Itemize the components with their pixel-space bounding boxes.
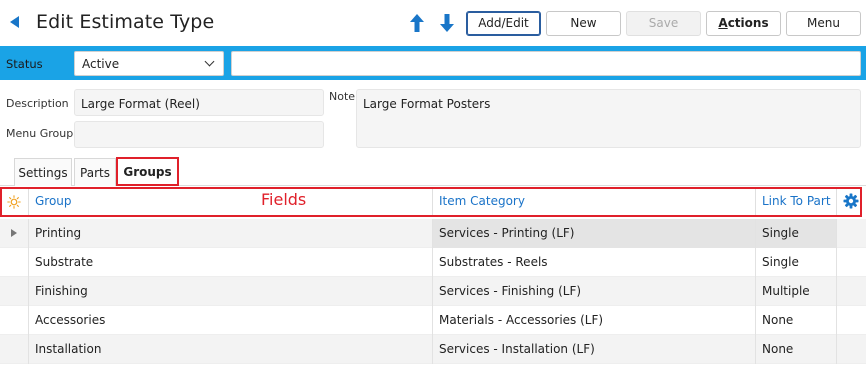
cell-group: Printing	[35, 226, 82, 240]
table-row[interactable]: Installation Services - Installation (LF…	[0, 335, 866, 364]
status-value: Active	[82, 57, 120, 71]
cell-group: Finishing	[35, 284, 88, 298]
table-row[interactable]: Substrate Substrates - Reels Single	[0, 248, 866, 277]
description-label: Description	[6, 97, 69, 110]
note-label: Note	[329, 90, 356, 103]
cell-separator	[28, 335, 29, 364]
cell-group: Installation	[35, 342, 102, 356]
cell-separator	[755, 335, 756, 364]
cell-separator	[432, 277, 433, 306]
status-select[interactable]: Active	[74, 51, 224, 76]
back-icon[interactable]	[10, 16, 19, 28]
cell-group: Substrate	[35, 255, 94, 269]
fields-annotation: Fields	[261, 190, 307, 209]
note-field[interactable]: Large Format Posters	[356, 89, 861, 148]
grid-empty-area	[0, 364, 866, 388]
cell-link-to-part: None	[762, 313, 794, 327]
cell-separator	[836, 219, 837, 248]
grid-header-highlight	[0, 187, 862, 217]
save-button[interactable]: Save	[626, 11, 701, 36]
cell-separator	[432, 335, 433, 364]
cell-separator	[836, 335, 837, 364]
actions-button[interactable]: Actions	[706, 11, 781, 36]
cell-item-category: Services - Installation (LF)	[439, 342, 595, 356]
cell-item-category: Materials - Accessories (LF)	[439, 313, 604, 327]
cell-separator	[836, 277, 837, 306]
tab-groups[interactable]: Groups	[116, 157, 179, 186]
add-edit-button[interactable]: Add/Edit	[466, 11, 541, 36]
cell-separator	[755, 219, 756, 248]
cell-link-to-part: Single	[762, 226, 799, 240]
cell-link-to-part: None	[762, 342, 794, 356]
cell-separator	[836, 306, 837, 335]
description-value: Large Format (Reel)	[81, 97, 200, 111]
cell-separator	[432, 248, 433, 277]
cell-item-category: Services - Printing (LF)	[439, 226, 575, 240]
cell-separator	[755, 306, 756, 335]
tab-parts[interactable]: Parts	[74, 158, 116, 186]
cell-separator	[755, 248, 756, 277]
table-row[interactable]: Printing Services - Printing (LF) Single	[0, 219, 866, 248]
tab-settings[interactable]: Settings	[14, 158, 72, 186]
description-field[interactable]: Large Format (Reel)	[74, 89, 324, 116]
cell-separator	[432, 306, 433, 335]
cell-separator	[432, 219, 433, 248]
cell-separator	[755, 277, 756, 306]
cell-separator	[28, 248, 29, 277]
cell-separator	[836, 248, 837, 277]
cell-group: Accessories	[35, 313, 106, 327]
expand-row-icon[interactable]	[11, 229, 17, 237]
status-label: Status	[6, 57, 43, 71]
status-bar: Status Active	[0, 46, 866, 80]
status-text-field[interactable]	[231, 51, 861, 76]
cell-separator	[28, 277, 29, 306]
cell-separator	[28, 306, 29, 335]
table-row[interactable]: Finishing Services - Finishing (LF) Mult…	[0, 277, 866, 306]
new-button[interactable]: New	[546, 11, 621, 36]
menu-group-field[interactable]	[74, 121, 324, 148]
cell-separator	[28, 219, 29, 248]
menu-button[interactable]: Menu	[786, 11, 861, 36]
menu-group-label: Menu Group	[6, 127, 74, 140]
note-value: Large Format Posters	[363, 97, 491, 111]
actions-hotkey: A	[718, 16, 728, 30]
table-row[interactable]: Accessories Materials - Accessories (LF)…	[0, 306, 866, 335]
cell-item-category: Substrates - Reels	[439, 255, 548, 269]
cell-item-category: Services - Finishing (LF)	[439, 284, 582, 298]
actions-label: ctions	[727, 16, 769, 30]
page-title: Edit Estimate Type	[36, 11, 215, 33]
cell-link-to-part: Multiple	[762, 284, 810, 298]
arrow-up-icon[interactable]	[408, 12, 426, 34]
header: Edit Estimate Type Add/Edit New Save Act…	[0, 0, 866, 46]
arrow-down-icon[interactable]	[438, 12, 456, 34]
cell-link-to-part: Single	[762, 255, 799, 269]
chevron-down-icon	[204, 56, 215, 67]
